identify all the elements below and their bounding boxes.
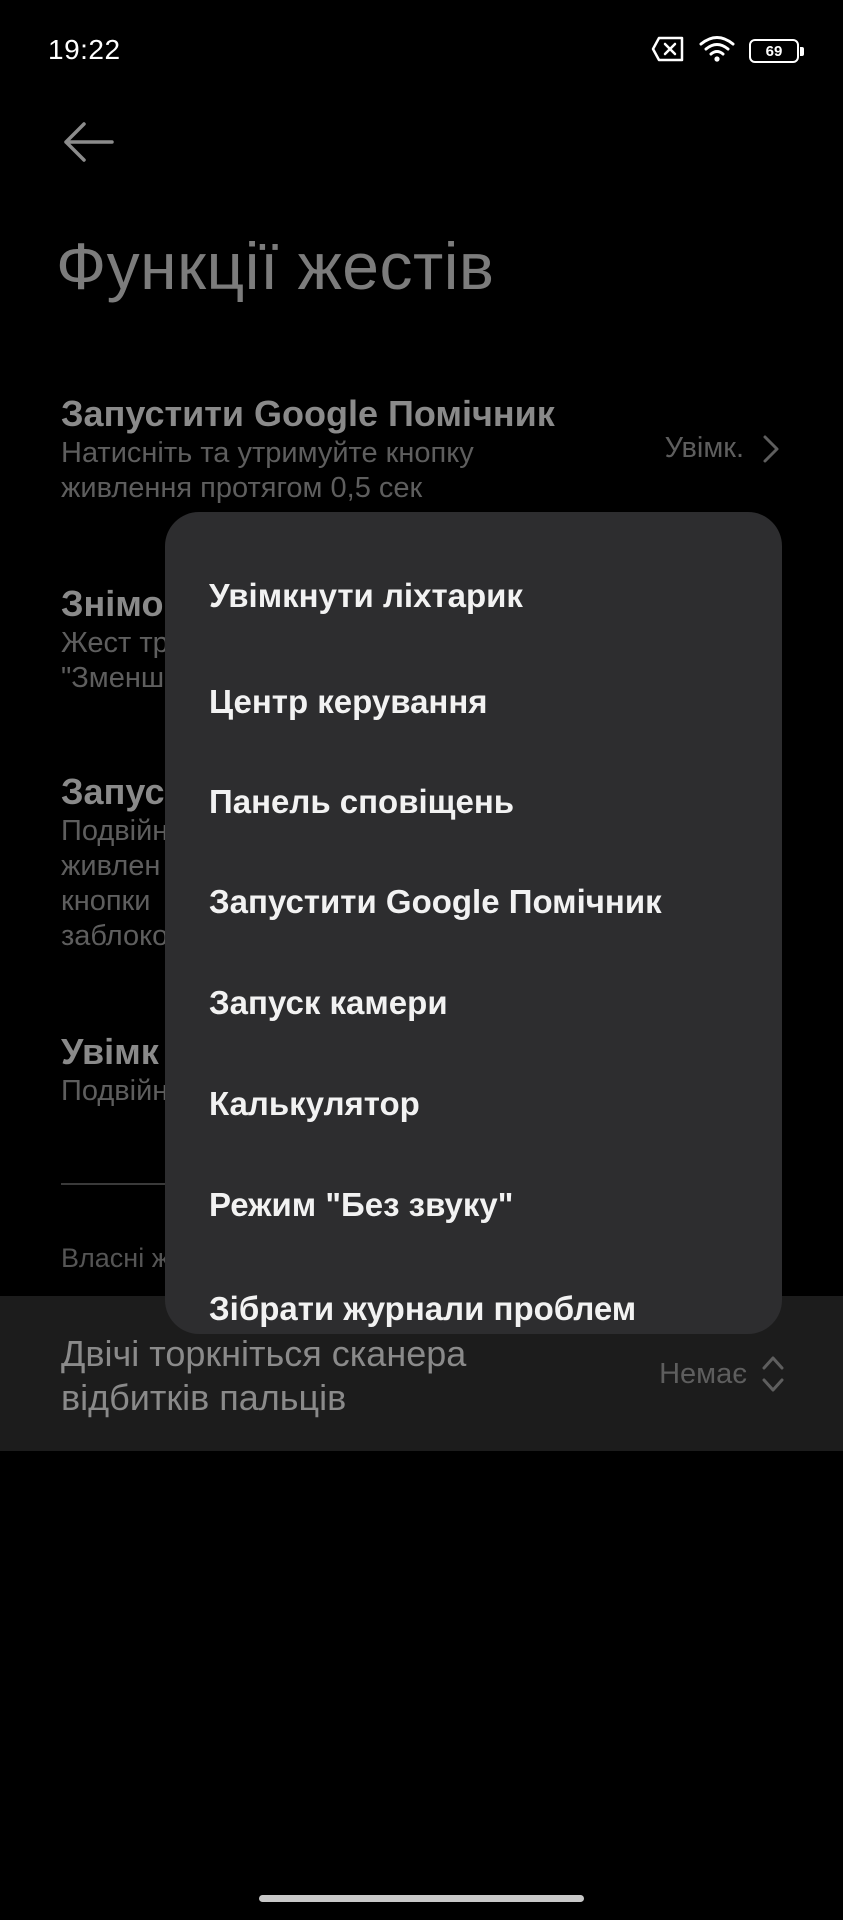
menu-item-collect-logs[interactable]: Зібрати журнали проблем [209, 1289, 636, 1329]
status-icons: 69 [651, 35, 804, 68]
section-label: Власні ж [61, 1243, 170, 1273]
arrow-left-icon [64, 122, 114, 162]
setting-value-label: Увімк. [664, 432, 744, 464]
menu-item-control-center[interactable]: Центр керування [209, 682, 488, 722]
menu-item-calculator[interactable]: Калькулятор [209, 1084, 420, 1124]
menu-item-notification-panel[interactable]: Панель сповіщень [209, 782, 514, 822]
chevron-right-icon [763, 435, 779, 462]
setting-value-assistant[interactable]: Увімк. [665, 432, 780, 465]
action-popup-menu: Увімкнути ліхтарик Центр керування Панел… [165, 512, 782, 1334]
status-time: 19:22 [48, 34, 121, 65]
setting-title: Двічі торкніться сканера відбитків пальц… [61, 1333, 467, 1418]
battery-level: 69 [765, 42, 783, 60]
menu-item-camera[interactable]: Запуск камери [209, 983, 448, 1023]
page-title: Функції жестів [56, 229, 495, 303]
back-button[interactable] [60, 118, 116, 166]
setting-value-label: Немає [659, 1357, 747, 1390]
status-bar: 19:22 69 [0, 0, 843, 100]
wifi-icon [699, 35, 735, 68]
setting-title: Запустити Google Помічник [61, 393, 555, 434]
chevron-up-down-icon [762, 1356, 784, 1392]
battery-icon: 69 [749, 39, 804, 63]
menu-item-flashlight[interactable]: Увімкнути ліхтарик [209, 576, 523, 616]
sim-off-icon [651, 36, 685, 67]
divider [61, 1183, 171, 1185]
setting-value-fingerprint[interactable]: Немає [659, 1354, 785, 1394]
menu-item-silent-mode[interactable]: Режим "Без звуку" [209, 1185, 513, 1225]
home-indicator[interactable] [259, 1895, 584, 1902]
menu-item-google-assistant[interactable]: Запустити Google Помічник [209, 882, 662, 922]
